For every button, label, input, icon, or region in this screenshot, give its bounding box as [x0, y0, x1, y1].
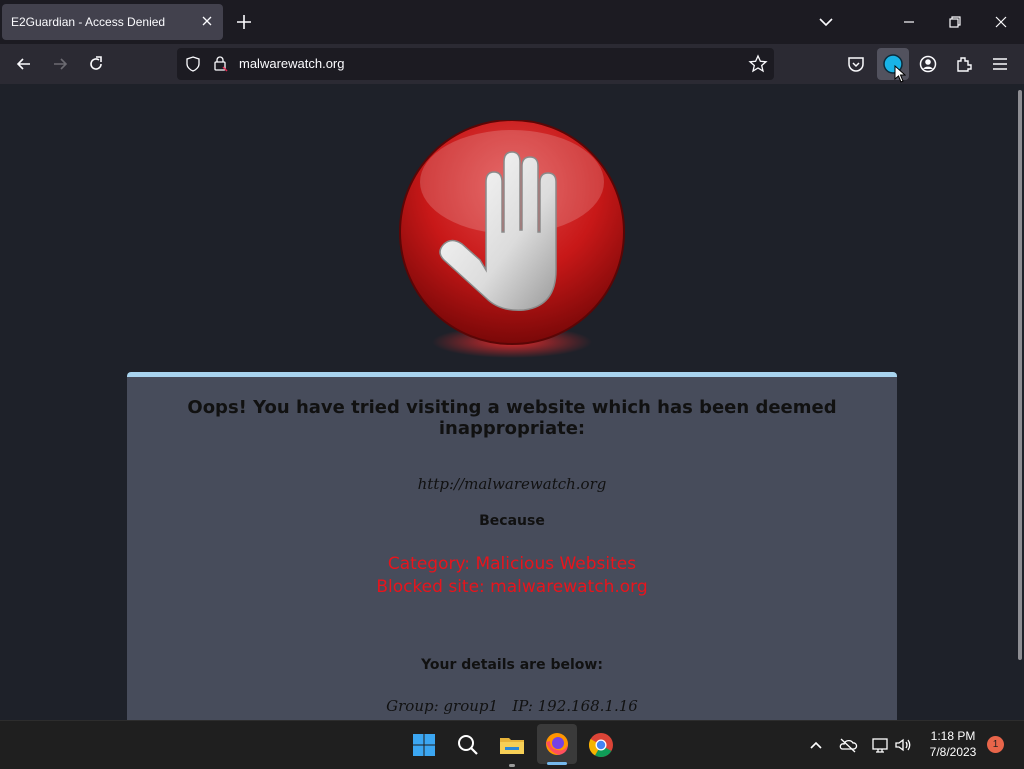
- group-ip-line: Group: group1 IP: 192.168.1.16: [386, 697, 638, 715]
- title-bar: E2Guardian - Access Denied: [0, 0, 1024, 44]
- search-icon[interactable]: [452, 729, 484, 761]
- windows-start-icon[interactable]: [408, 729, 440, 761]
- blocked-site-text: Blocked site: malwarewatch.org: [376, 577, 648, 597]
- volume-icon[interactable]: [893, 735, 913, 755]
- reload-icon[interactable]: [86, 54, 106, 74]
- clock-time: 1:18 PM: [930, 729, 976, 743]
- extension-active-button[interactable]: [877, 48, 909, 83]
- lock-icon[interactable]: [212, 55, 228, 72]
- close-icon[interactable]: [199, 13, 215, 29]
- because-label: Because: [479, 513, 545, 529]
- url-text[interactable]: malwarewatch.org: [239, 56, 345, 71]
- page-content: Oops! You have tried visiting a website …: [0, 84, 1024, 720]
- restore-icon[interactable]: [945, 12, 965, 32]
- mouse-cursor-icon: [894, 65, 906, 83]
- blocked-url: http://malwarewatch.org: [417, 475, 607, 493]
- plus-icon[interactable]: [234, 12, 254, 32]
- chrome-icon[interactable]: [585, 729, 617, 761]
- block-reason: Category: Malicious Websites Blocked site…: [127, 553, 897, 599]
- menu-icon[interactable]: [990, 54, 1010, 74]
- network-icon[interactable]: [870, 735, 890, 755]
- category-text: Category: Malicious Websites: [387, 554, 637, 574]
- file-explorer-icon[interactable]: [496, 729, 528, 761]
- taskbar: 1:18 PM 7/8/2023 1: [0, 720, 1024, 769]
- notification-badge[interactable]: 1: [987, 736, 1004, 753]
- minimize-icon[interactable]: [899, 12, 919, 32]
- navigation-toolbar: malwarewatch.org: [0, 44, 1024, 84]
- pocket-icon[interactable]: [846, 54, 866, 74]
- vertical-scrollbar[interactable]: [1018, 90, 1022, 660]
- taskbar-firefox-button[interactable]: [537, 724, 577, 765]
- url-bar[interactable]: malwarewatch.org: [177, 48, 774, 80]
- running-indicator: [509, 764, 515, 767]
- clock[interactable]: 1:18 PM 7/8/2023: [918, 728, 988, 760]
- details-heading: Your details are below:: [421, 657, 603, 673]
- chevron-down-icon[interactable]: [816, 12, 836, 32]
- star-icon[interactable]: [748, 54, 768, 74]
- firefox-icon: [546, 733, 568, 755]
- tab-active[interactable]: E2Guardian - Access Denied: [2, 4, 223, 40]
- active-indicator: [547, 762, 567, 765]
- stop-hand-icon: [399, 120, 625, 358]
- clock-date: 7/8/2023: [929, 745, 977, 759]
- account-icon[interactable]: [918, 54, 938, 74]
- window-close-icon[interactable]: [991, 12, 1011, 32]
- block-heading: Oops! You have tried visiting a website …: [187, 397, 837, 439]
- blocked-message-panel: Oops! You have tried visiting a website …: [127, 372, 897, 720]
- shield-icon[interactable]: [185, 56, 201, 72]
- forward-icon[interactable]: [50, 54, 70, 74]
- onedrive-offline-icon[interactable]: [838, 735, 858, 755]
- back-icon[interactable]: [14, 54, 34, 74]
- chevron-up-icon[interactable]: [806, 735, 826, 755]
- tab-title: E2Guardian - Access Denied: [11, 15, 166, 29]
- extensions-icon[interactable]: [954, 54, 974, 74]
